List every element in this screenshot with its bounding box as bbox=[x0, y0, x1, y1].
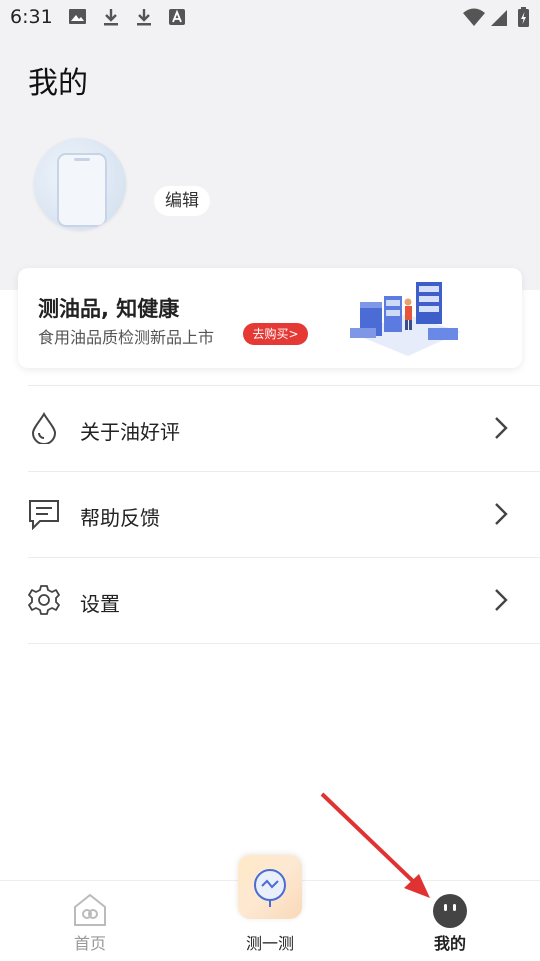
divider bbox=[28, 643, 540, 644]
status-bar: 6:31 bbox=[0, 0, 540, 36]
menu-item-about[interactable]: 关于油好评 bbox=[28, 386, 540, 471]
chevron-right-icon bbox=[495, 503, 508, 525]
chevron-right-icon bbox=[495, 589, 508, 611]
menu-item-help-feedback[interactable]: 帮助反馈 bbox=[28, 472, 540, 557]
menu-list: 关于油好评 帮助反馈 设置 bbox=[28, 385, 540, 644]
wifi-icon bbox=[463, 8, 485, 26]
oil-testing-illustration-icon bbox=[350, 282, 461, 356]
font-notification-icon bbox=[169, 9, 185, 25]
test-center-button[interactable] bbox=[238, 855, 302, 919]
chat-icon bbox=[29, 500, 59, 530]
oil-drop-icon bbox=[31, 412, 57, 444]
banner-subtitle: 食用油品质检测新品上市 bbox=[38, 328, 215, 347]
menu-item-label: 帮助反馈 bbox=[80, 506, 160, 530]
home-icon bbox=[74, 893, 106, 926]
download-icon bbox=[137, 9, 151, 26]
menu-item-settings[interactable]: 设置 bbox=[28, 558, 540, 643]
status-time: 6:31 bbox=[10, 6, 53, 28]
menu-item-label: 关于油好评 bbox=[80, 420, 180, 444]
mine-face-icon bbox=[433, 894, 467, 928]
tab-mine-label: 我的 bbox=[433, 934, 466, 953]
page-title: 我的 bbox=[28, 66, 88, 101]
test-droplet-icon bbox=[254, 869, 286, 907]
tab-home[interactable]: 首页 bbox=[0, 881, 180, 961]
cellular-signal-icon bbox=[491, 10, 507, 26]
tab-test-label: 测一测 bbox=[245, 934, 294, 953]
gear-icon bbox=[28, 585, 60, 615]
edit-profile-button[interactable]: 编辑 bbox=[154, 186, 210, 216]
banner-title: 测油品, 知健康 bbox=[38, 297, 180, 321]
download-icon bbox=[104, 9, 118, 26]
tab-mine[interactable]: 我的 bbox=[360, 881, 540, 961]
promo-banner[interactable]: 测油品, 知健康 食用油品质检测新品上市 去购买> bbox=[18, 268, 522, 368]
menu-item-label: 设置 bbox=[80, 592, 120, 616]
avatar[interactable] bbox=[34, 138, 126, 230]
buy-button[interactable]: 去购买> bbox=[243, 323, 308, 345]
tab-home-label: 首页 bbox=[73, 934, 106, 953]
phone-avatar-icon bbox=[57, 153, 107, 227]
image-notification-icon bbox=[69, 9, 86, 24]
chevron-right-icon bbox=[495, 417, 508, 439]
battery-charging-icon bbox=[518, 7, 529, 27]
